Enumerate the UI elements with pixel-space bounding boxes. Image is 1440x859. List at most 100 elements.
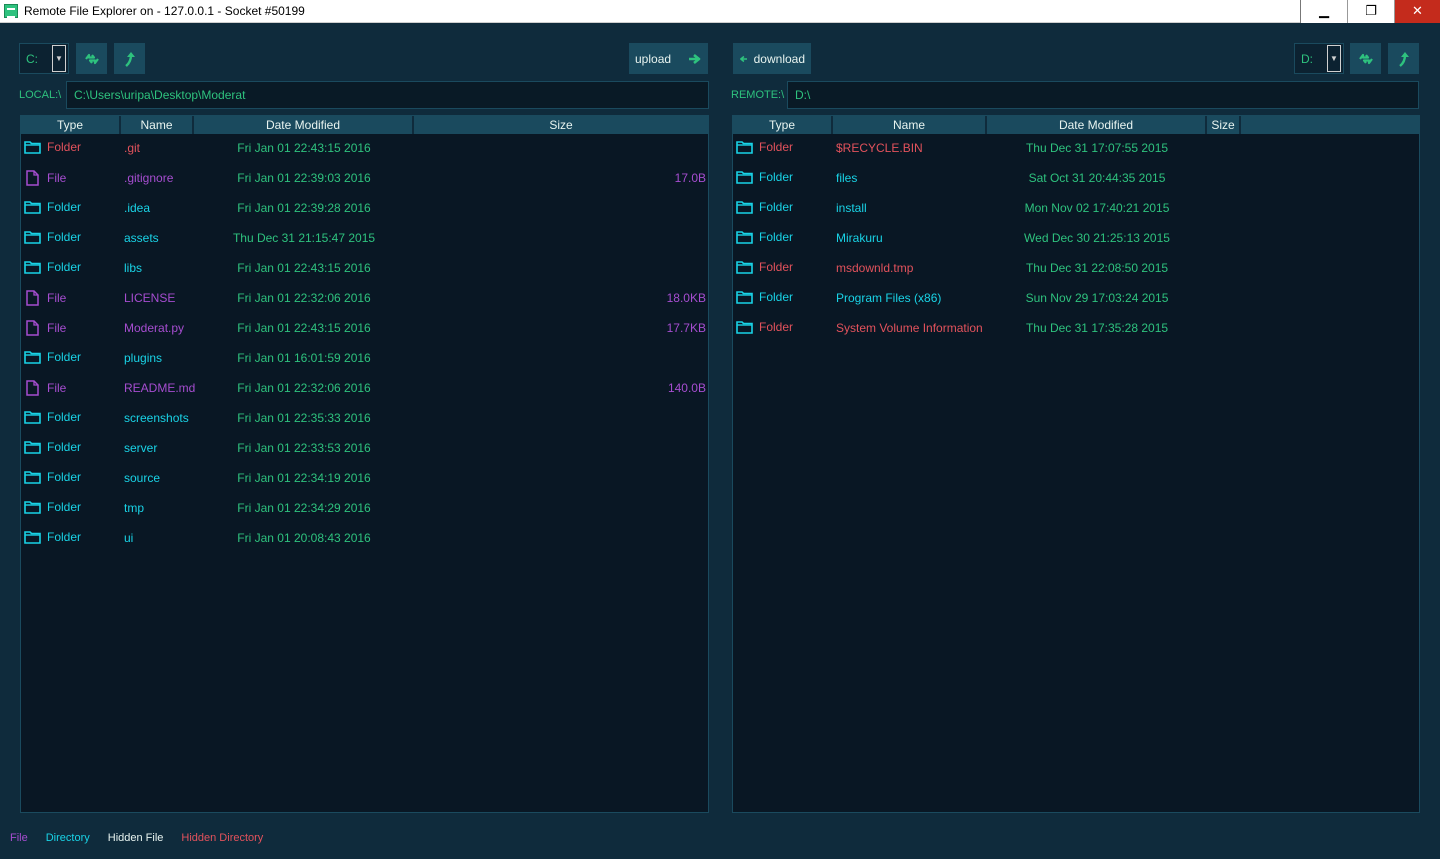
minimize-button[interactable]: ▁ (1300, 0, 1347, 23)
type-cell: Folder (736, 140, 793, 154)
type-label: Folder (47, 440, 82, 454)
remote-col-type[interactable]: Type (733, 116, 833, 134)
date-cell: Fri Jan 01 22:32:06 2016 (237, 291, 371, 305)
local-parent-dir-button[interactable] (114, 43, 145, 74)
local-table-row[interactable]: File LICENSE Fri Jan 01 22:32:06 2016 18.0K… (21, 284, 708, 314)
date-cell: Fri Jan 01 22:32:06 2016 (237, 381, 371, 395)
local-path-label: LOCAL:\ (19, 89, 62, 101)
folder-icon (24, 411, 41, 424)
local-table-body: Folder .git Fri Jan 01 22:43:15 2016 File .g… (21, 134, 708, 554)
local-table-header: Type Name Date Modified Size (21, 116, 708, 134)
local-col-name[interactable]: Name (121, 116, 194, 134)
folder-icon (24, 351, 41, 364)
remote-table-row[interactable]: Folder System Volume Information Thu Dec 3… (733, 314, 1419, 344)
folder-icon (24, 201, 41, 214)
window-title: Remote File Explorer on - 127.0.0.1 - So… (24, 4, 305, 18)
type-cell: Folder (24, 530, 81, 544)
date-cell: Fri Jan 01 22:39:03 2016 (237, 171, 371, 185)
local-table-row[interactable]: Folder ui Fri Jan 01 20:08:43 2016 (21, 524, 708, 554)
type-label: Folder (47, 500, 82, 514)
legend-file: File (10, 832, 28, 844)
type-cell: Folder (24, 410, 81, 424)
remote-panel: download D: ▼ REMOTE:\ D:\ Type Name Dat… (731, 43, 1421, 813)
remote-table-row[interactable]: Folder $RECYCLE.BIN Thu Dec 31 17:07:55 20… (733, 134, 1419, 164)
local-table-row[interactable]: Folder tmp Fri Jan 01 22:34:29 2016 (21, 494, 708, 524)
remote-parent-dir-button[interactable] (1388, 43, 1419, 74)
local-path-input[interactable]: C:\Users\uripa\Desktop\Moderat (66, 81, 709, 109)
type-cell: Folder (736, 170, 793, 184)
local-drive-select[interactable]: C: ▼ (19, 43, 69, 74)
type-cell: Folder (24, 230, 81, 244)
refresh-icon (84, 53, 99, 64)
type-label: Folder (759, 140, 794, 154)
size-cell: 18.0KB (666, 291, 706, 305)
local-table-row[interactable]: Folder source Fri Jan 01 22:34:19 2016 (21, 464, 708, 494)
local-table-row[interactable]: File README.md Fri Jan 01 22:32:06 2016 140… (21, 374, 708, 404)
local-table-row[interactable]: Folder .git Fri Jan 01 22:43:15 2016 (21, 134, 708, 164)
type-cell: Folder (736, 320, 793, 334)
legend-directory: Directory (45, 832, 90, 844)
date-cell: Fri Jan 01 16:01:59 2016 (237, 351, 371, 365)
folder-icon (24, 231, 41, 244)
chevron-down-icon[interactable]: ▼ (1327, 45, 1341, 72)
download-button[interactable]: download (733, 43, 811, 74)
local-toolbar: C: ▼ upload (19, 43, 709, 74)
date-cell: Fri Jan 01 22:43:15 2016 (237, 321, 371, 335)
date-cell: Fri Jan 01 22:35:33 2016 (237, 411, 371, 425)
local-table-row[interactable]: Folder screenshots Fri Jan 01 22:35:33 201… (21, 404, 708, 434)
name-cell: files (836, 171, 858, 185)
remote-table-row[interactable]: Folder Mirakuru Wed Dec 30 21:25:13 2015 (733, 224, 1419, 254)
remote-col-date[interactable]: Date Modified (987, 116, 1207, 134)
remote-refresh-button[interactable] (1350, 43, 1381, 74)
remote-table-row[interactable]: Folder install Mon Nov 02 17:40:21 2015 (733, 194, 1419, 224)
remote-path-label: REMOTE:\ (731, 89, 785, 101)
name-cell: System Volume Information (836, 321, 983, 335)
type-label: Folder (47, 410, 82, 424)
type-label: Folder (47, 140, 82, 154)
local-table-row[interactable]: File .gitignore Fri Jan 01 22:39:03 2016 17… (21, 164, 708, 194)
file-icon (26, 320, 39, 336)
remote-path-row: REMOTE:\ D:\ (731, 81, 1421, 109)
maximize-button[interactable]: ❐ (1347, 0, 1394, 23)
date-cell: Fri Jan 01 22:34:29 2016 (237, 501, 371, 515)
type-label: Folder (47, 230, 82, 244)
local-col-type[interactable]: Type (21, 116, 121, 134)
remote-drive-value: D: (1301, 51, 1313, 66)
remote-table-row[interactable]: Folder files Sat Oct 31 20:44:35 2015 (733, 164, 1419, 194)
folder-icon (24, 501, 41, 514)
local-col-size[interactable]: Size (414, 116, 708, 134)
folder-icon (736, 261, 753, 274)
local-table-row[interactable]: Folder plugins Fri Jan 01 16:01:59 2016 (21, 344, 708, 374)
local-table-row[interactable]: Folder server Fri Jan 01 22:33:53 2016 (21, 434, 708, 464)
local-table-row[interactable]: Folder .idea Fri Jan 01 22:39:28 2016 (21, 194, 708, 224)
remote-drive-select[interactable]: D: ▼ (1294, 43, 1344, 74)
local-table-row[interactable]: Folder libs Fri Jan 01 22:43:15 2016 (21, 254, 708, 284)
type-label: File (47, 291, 67, 305)
type-cell: Folder (24, 140, 81, 154)
folder-icon (24, 531, 41, 544)
local-table-row[interactable]: File Moderat.py Fri Jan 01 22:43:15 2016 17… (21, 314, 708, 344)
name-cell: .git (124, 141, 141, 155)
date-cell: Thu Dec 31 17:07:55 2015 (1025, 141, 1169, 155)
date-cell: Fri Jan 01 20:08:43 2016 (237, 531, 371, 545)
remote-table-row[interactable]: Folder Program Files (x86) Sun Nov 29 17:0… (733, 284, 1419, 314)
name-cell: .gitignore (124, 171, 174, 185)
local-col-date[interactable]: Date Modified (194, 116, 414, 134)
remote-col-size[interactable]: Size (1207, 116, 1241, 134)
type-label: Folder (759, 170, 794, 184)
upload-button[interactable]: upload (629, 43, 708, 74)
file-icon (26, 290, 39, 306)
local-refresh-button[interactable] (76, 43, 107, 74)
folder-icon (24, 471, 41, 484)
name-cell: $RECYCLE.BIN (836, 141, 923, 155)
type-label: File (47, 381, 67, 395)
remote-col-name[interactable]: Name (833, 116, 987, 134)
chevron-down-icon[interactable]: ▼ (52, 45, 66, 72)
remote-path-input[interactable]: D:\ (787, 81, 1419, 109)
local-table-row[interactable]: Folder assets Thu Dec 31 21:15:47 2015 (21, 224, 708, 254)
type-cell: Folder (736, 200, 793, 214)
remote-table-row[interactable]: Folder msdownld.tmp Thu Dec 31 22:08:50 20… (733, 254, 1419, 284)
folder-icon (736, 141, 753, 154)
close-button[interactable]: ✕ (1394, 0, 1440, 23)
remote-table-body: Folder $RECYCLE.BIN Thu Dec 31 17:07:55 20… (733, 134, 1419, 344)
